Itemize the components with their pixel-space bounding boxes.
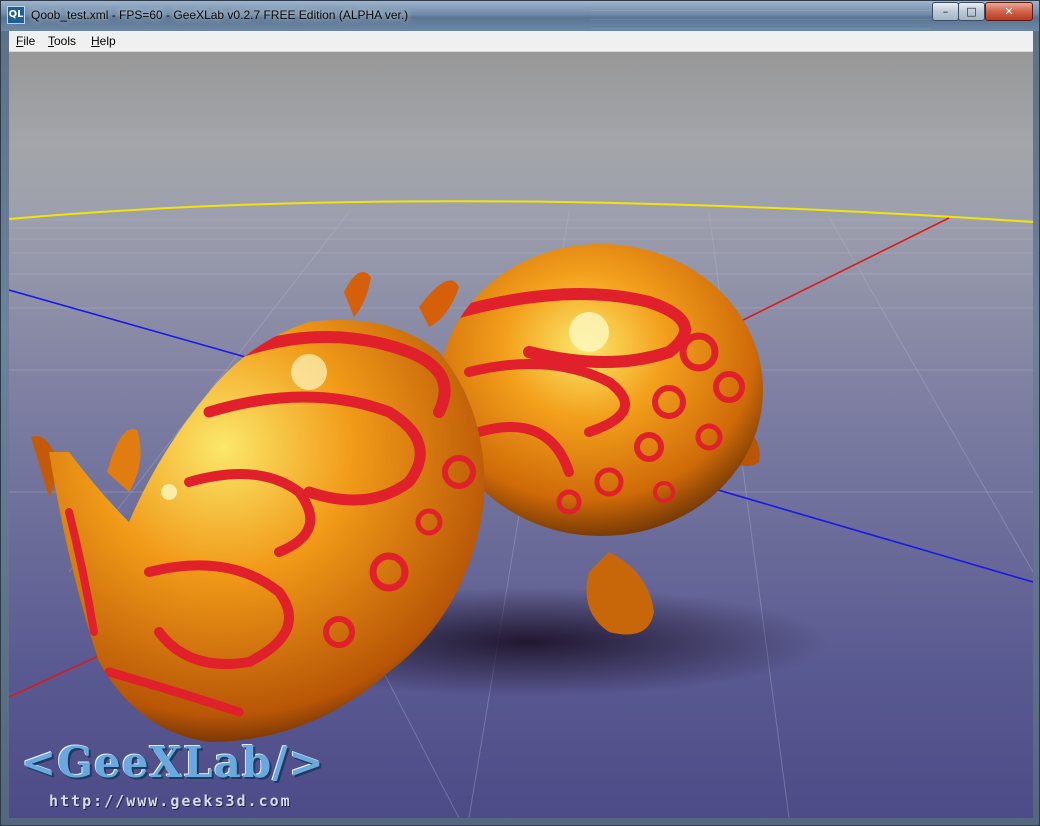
title-bar-background	[591, 1, 931, 31]
horizon-line	[9, 200, 1033, 223]
render-viewport[interactable]: <GeeXLab/> http://www.geeks3d.com	[9, 52, 1033, 818]
app-icon[interactable]: QL	[7, 6, 25, 24]
menu-help-mnemonic: H	[91, 34, 100, 48]
menu-file-label: ile	[23, 34, 36, 48]
z-axis-line	[9, 289, 250, 359]
menu-help[interactable]: Help	[89, 34, 118, 48]
menu-help-label: elp	[99, 34, 116, 48]
window-title: Qoob_test.xml - FPS=60 - GeeXLab v0.2.7 …	[31, 8, 409, 22]
menu-bar: File Tools Help	[9, 31, 1033, 52]
maximize-button[interactable]: □	[958, 2, 985, 21]
menu-tools-label: ools	[54, 34, 77, 48]
title-bar[interactable]: QL Qoob_test.xml - FPS=60 - GeeXLab v0.2…	[1, 1, 1039, 31]
menu-tools[interactable]: Tools	[46, 34, 78, 48]
menu-file[interactable]: File	[14, 34, 37, 48]
scene-canvas[interactable]	[9, 52, 1033, 818]
minimize-button[interactable]: –	[932, 2, 959, 21]
app-window: QL Qoob_test.xml - FPS=60 - GeeXLab v0.2…	[0, 0, 1040, 826]
geeks3d-url: http://www.geeks3d.com	[49, 792, 292, 810]
geexlab-logo: <GeeXLab/>	[21, 738, 325, 787]
close-button[interactable]: ✕	[985, 2, 1033, 21]
